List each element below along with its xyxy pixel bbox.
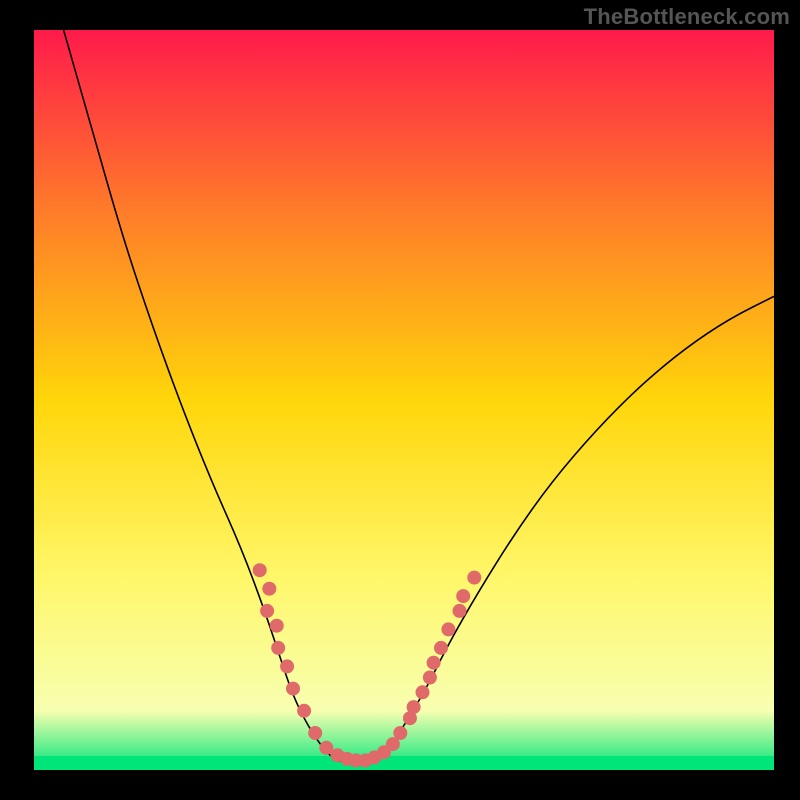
data-dot [434,641,448,655]
data-dot [260,604,274,618]
data-dot [441,622,455,636]
gradient-background [34,30,774,770]
bottom-green-band [34,756,774,770]
data-dot [456,589,470,603]
bottleneck-chart [0,0,800,800]
data-dot [271,641,285,655]
data-dot [286,682,300,696]
watermark-text: TheBottleneck.com [584,4,790,30]
data-dot [308,726,322,740]
chart-frame: TheBottleneck.com [0,0,800,800]
data-dot [393,726,407,740]
data-dot [270,619,284,633]
data-dot [280,659,294,673]
data-dot [253,563,267,577]
data-dot [416,685,430,699]
data-dot [262,582,276,596]
data-dot [453,604,467,618]
data-dot [297,704,311,718]
data-dot [407,700,421,714]
data-dot [427,656,441,670]
data-dot [467,571,481,585]
data-dot [423,671,437,685]
